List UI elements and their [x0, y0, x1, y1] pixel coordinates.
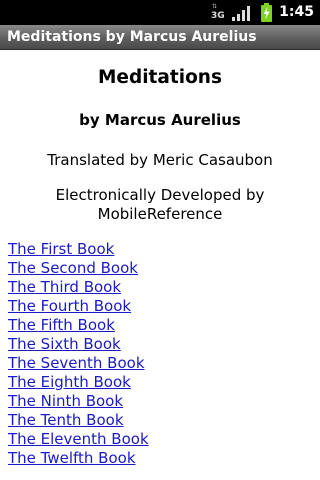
toc-link-third-book[interactable]: The Third Book: [8, 278, 121, 296]
book-content: Meditations by Marcus Aurelius Translate…: [0, 50, 320, 480]
book-title: Meditations: [98, 67, 222, 88]
toc-link-eighth-book[interactable]: The Eighth Book: [8, 373, 131, 391]
battery-charging-icon: [261, 3, 272, 22]
toc-item: The First Book: [8, 239, 308, 258]
toc-item: The Seventh Book: [8, 353, 308, 372]
toc-link-tenth-book[interactable]: The Tenth Book: [8, 411, 124, 429]
signal-strength-icon: [232, 6, 250, 21]
toc-item: The Fourth Book: [8, 296, 308, 315]
toc-link-ninth-book[interactable]: The Ninth Book: [8, 392, 123, 410]
toc-item: The Tenth Book: [8, 410, 308, 429]
translator-credit: Translated by Meric Casaubon: [47, 151, 273, 169]
network-3g-icon: ⇅ 3G: [211, 3, 225, 22]
network-type-label: 3G: [211, 11, 225, 21]
toc-link-eleventh-book[interactable]: The Eleventh Book: [8, 430, 149, 448]
toc-item: The Eleventh Book: [8, 429, 308, 448]
toc-item: The Second Book: [8, 258, 308, 277]
toc-link-seventh-book[interactable]: The Seventh Book: [8, 354, 145, 372]
app-title: Meditations by Marcus Aurelius: [7, 29, 257, 45]
toc-link-second-book[interactable]: The Second Book: [8, 259, 138, 277]
toc-link-twelfth-book[interactable]: The Twelfth Book: [8, 449, 136, 467]
book-author: by Marcus Aurelius: [79, 111, 241, 129]
toc-link-fifth-book[interactable]: The Fifth Book: [8, 316, 115, 334]
publisher-credit: Electronically Developed by MobileRefere…: [55, 186, 265, 223]
app-title-bar: Meditations by Marcus Aurelius: [0, 25, 320, 50]
toc-item: The Sixth Book: [8, 334, 308, 353]
table-of-contents: The First Book The Second Book The Third…: [8, 239, 308, 467]
toc-link-fourth-book[interactable]: The Fourth Book: [8, 297, 131, 315]
toc-link-sixth-book[interactable]: The Sixth Book: [8, 335, 121, 353]
toc-item: The Twelfth Book: [8, 448, 308, 467]
status-time: 1:45: [279, 4, 314, 20]
toc-item: The Third Book: [8, 277, 308, 296]
toc-link-first-book[interactable]: The First Book: [8, 240, 114, 258]
toc-item: The Ninth Book: [8, 391, 308, 410]
toc-item: The Fifth Book: [8, 315, 308, 334]
status-bar: ⇅ 3G 1:45: [0, 0, 320, 25]
data-arrows-icon: ⇅: [212, 3, 218, 10]
toc-item: The Eighth Book: [8, 372, 308, 391]
